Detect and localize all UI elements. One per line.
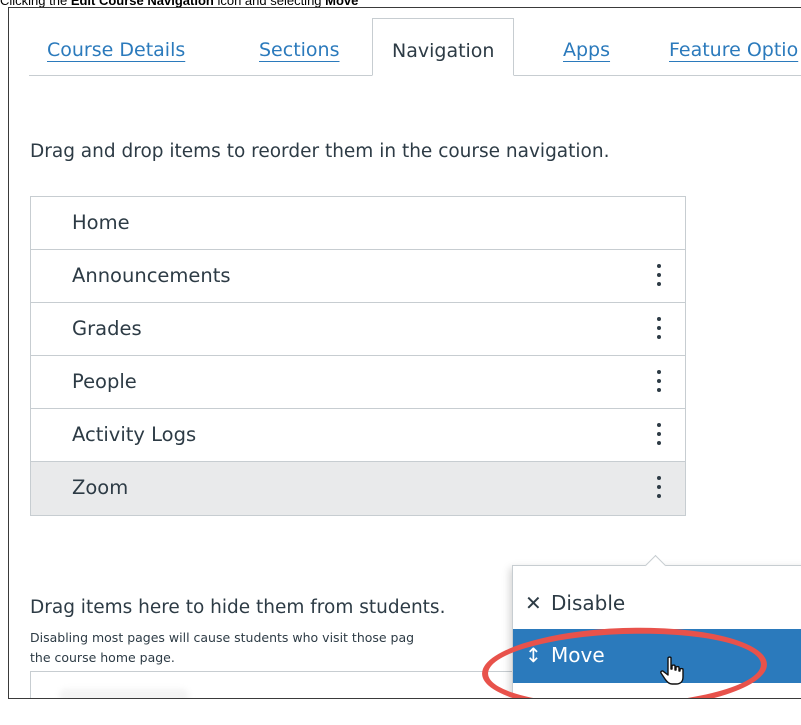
- nav-item-people[interactable]: People: [31, 356, 685, 409]
- tab-sections[interactable]: Sections: [259, 18, 340, 75]
- screenshot-frame: Course Details Sections Navigation Apps …: [8, 7, 801, 699]
- nav-item-activity-logs[interactable]: Activity Logs: [31, 409, 685, 462]
- hand-pointer-icon: [660, 656, 684, 685]
- hidden-items-heading: Drag items here to hide them from studen…: [30, 597, 446, 618]
- tab-course-details[interactable]: Course Details: [47, 18, 185, 75]
- nav-item-zoom[interactable]: Zoom: [31, 462, 685, 515]
- settings-tabs: Course Details Sections Navigation Apps …: [29, 18, 801, 76]
- kebab-menu-icon[interactable]: [653, 476, 665, 502]
- nav-item-grades[interactable]: Grades: [31, 303, 685, 356]
- tab-navigation[interactable]: Navigation: [372, 18, 515, 76]
- hidden-items-note: Disabling most pages will cause students…: [30, 628, 530, 668]
- kebab-menu-icon[interactable]: [653, 264, 665, 290]
- kebab-menu-icon[interactable]: [653, 370, 665, 396]
- move-vertical-icon: ↕: [525, 643, 542, 667]
- menu-item-move[interactable]: ↕ Move: [513, 629, 801, 683]
- nav-item-announcements[interactable]: Announcements: [31, 250, 685, 303]
- tab-apps[interactable]: Apps: [563, 18, 610, 75]
- navigation-instructions: Drag and drop items to reorder them in t…: [30, 141, 610, 162]
- menu-item-disable-label: Disable: [551, 591, 626, 615]
- nav-item-options-menu: ✕ Disable ↕ Move: [512, 554, 801, 698]
- kebab-menu-icon[interactable]: [653, 317, 665, 343]
- close-icon: ✕: [525, 591, 542, 615]
- hidden-note-line-1: Disabling most pages will cause students…: [30, 630, 415, 645]
- menu-item-disable[interactable]: ✕ Disable: [513, 582, 801, 630]
- hidden-note-line-2: the course home page.: [30, 650, 175, 665]
- nav-item-label: Announcements: [72, 264, 231, 287]
- nav-item-label: Zoom: [72, 476, 129, 499]
- nav-item-label: Activity Logs: [72, 423, 197, 446]
- nav-item-label: People: [72, 370, 137, 393]
- menu-item-move-label: Move: [551, 643, 605, 667]
- tab-feature-options[interactable]: Feature Optio: [669, 18, 798, 75]
- nav-item-label: Home: [72, 211, 130, 234]
- kebab-menu-icon[interactable]: [653, 423, 665, 449]
- blurred-placeholder: [59, 689, 189, 698]
- menu-pointer-arrow: [644, 554, 667, 577]
- course-navigation-list: Home Announcements Grades People Activit…: [30, 196, 686, 516]
- nav-item-label: Grades: [72, 317, 142, 340]
- nav-item-home[interactable]: Home: [31, 197, 685, 250]
